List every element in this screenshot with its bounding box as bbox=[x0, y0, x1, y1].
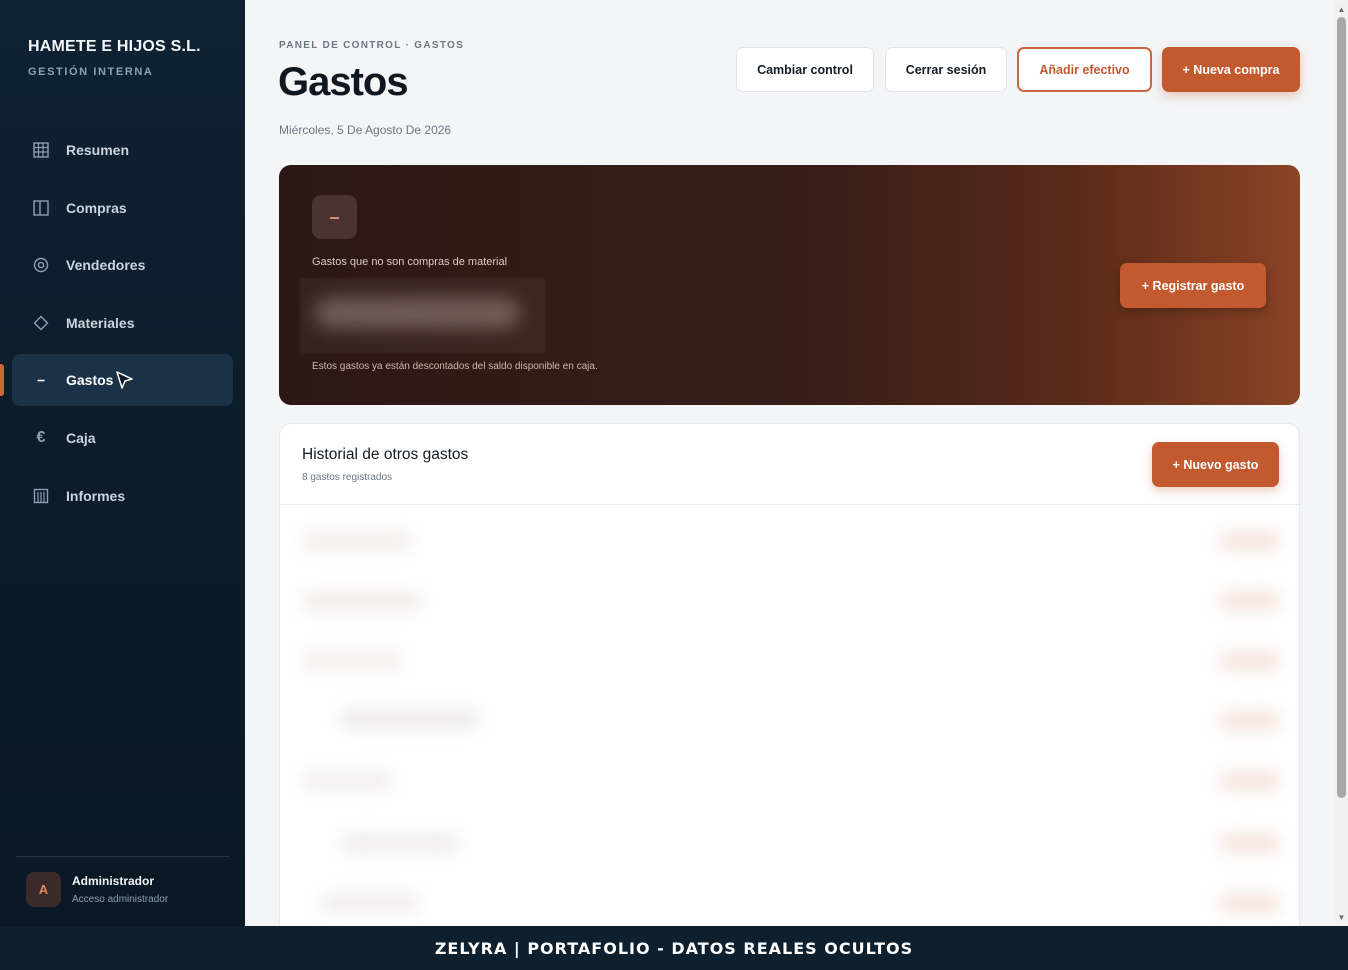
list-item bbox=[320, 894, 420, 912]
list-item bbox=[340, 834, 460, 852]
user-name: Administrador bbox=[72, 874, 155, 888]
grid-icon bbox=[32, 141, 50, 159]
sidebar-item-vendedores[interactable]: Vendedores bbox=[12, 239, 233, 291]
sidebar-item-label: Caja bbox=[66, 429, 96, 446]
list-item bbox=[1220, 532, 1280, 550]
target-icon bbox=[32, 256, 50, 274]
active-indicator bbox=[0, 364, 4, 397]
expenses-summary-card: – Gastos que no son compras de material … bbox=[279, 165, 1300, 405]
user-info: Administrador Acceso administrador bbox=[72, 874, 168, 905]
list-item bbox=[302, 652, 402, 670]
list-item bbox=[302, 532, 412, 550]
card-title: Historial de otros gastos bbox=[302, 446, 469, 463]
list-item bbox=[340, 710, 480, 728]
brand-title: HAMETE E HIJOS S.L. bbox=[28, 38, 201, 55]
sidebar-item-informes[interactable]: Informes bbox=[12, 470, 233, 522]
brand: HAMETE E HIJOS S.L. GESTIÓN INTERNA bbox=[28, 38, 201, 78]
report-icon bbox=[32, 487, 50, 505]
sidebar-divider bbox=[16, 856, 229, 857]
new-expense-button[interactable]: + Nuevo gasto bbox=[1152, 442, 1279, 487]
brand-subtitle: GESTIÓN INTERNA bbox=[28, 66, 154, 78]
main-content: PANEL DE CONTROL · GASTOS Gastos Miércol… bbox=[245, 0, 1335, 943]
new-purchase-button[interactable]: + Nueva compra bbox=[1162, 47, 1300, 92]
change-control-button[interactable]: Cambiar control bbox=[736, 47, 874, 92]
sidebar-item-label: Compras bbox=[66, 199, 127, 216]
add-cash-button[interactable]: Añadir efectivo bbox=[1017, 47, 1152, 92]
logout-button[interactable]: Cerrar sesión bbox=[885, 47, 1007, 92]
footer-banner: ZELYRA | PORTAFOLIO - DATOS REALES OCULT… bbox=[0, 926, 1348, 970]
card-header: Historial de otros gastos 8 gastos regis… bbox=[280, 424, 1299, 505]
user-profile[interactable]: A Administrador Acceso administrador bbox=[26, 872, 168, 907]
avatar: A bbox=[26, 872, 61, 907]
sidebar-item-label: Resumen bbox=[66, 142, 130, 158]
sidebar-item-label: Gastos bbox=[66, 372, 114, 389]
list-item bbox=[1220, 834, 1280, 852]
mouse-cursor-icon bbox=[116, 371, 133, 389]
list-item bbox=[1220, 894, 1280, 912]
minus-icon: – bbox=[312, 195, 357, 239]
page-title: Gastos bbox=[278, 60, 409, 104]
expense-history-card: Historial de otros gastos 8 gastos regis… bbox=[279, 423, 1300, 943]
hidden-amount bbox=[300, 278, 545, 353]
sidebar-item-label: Vendedores bbox=[66, 257, 146, 274]
sidebar-item-caja[interactable]: € Caja bbox=[12, 412, 233, 464]
sidebar-item-label: Informes bbox=[66, 487, 126, 504]
sidebar-item-compras[interactable]: Compras bbox=[12, 182, 233, 234]
register-expense-button[interactable]: + Registrar gasto bbox=[1120, 263, 1266, 308]
scroll-down-icon[interactable]: ▼ bbox=[1335, 910, 1348, 924]
page-date: Miércoles, 5 De Agosto De 2026 bbox=[279, 123, 452, 137]
minus-icon bbox=[32, 371, 50, 389]
sidebar-item-label: Materiales bbox=[66, 314, 135, 331]
scroll-up-icon[interactable]: ▲ bbox=[1335, 2, 1348, 16]
page-scrollbar[interactable]: ▲ ▼ bbox=[1335, 0, 1348, 926]
list-item bbox=[1220, 772, 1280, 790]
sidebar: HAMETE E HIJOS S.L. GESTIÓN INTERNA Resu… bbox=[0, 0, 245, 926]
breadcrumb: PANEL DE CONTROL · GASTOS bbox=[279, 40, 465, 51]
summary-note: Estos gastos ya están descontados del sa… bbox=[312, 361, 598, 372]
columns-icon bbox=[32, 199, 50, 217]
summary-label: Gastos que no son compras de material bbox=[312, 256, 508, 268]
list-item bbox=[1220, 592, 1280, 610]
sidebar-item-materiales[interactable]: Materiales bbox=[12, 297, 233, 349]
scroll-thumb[interactable] bbox=[1337, 17, 1346, 798]
euro-icon: € bbox=[36, 428, 46, 446]
list-item bbox=[1220, 652, 1280, 670]
list-item bbox=[1220, 712, 1280, 730]
sidebar-nav: Resumen Compras Vendedores Materiales Ga… bbox=[0, 124, 233, 527]
diamond-icon bbox=[32, 314, 50, 332]
user-role: Acceso administrador bbox=[72, 894, 169, 905]
list-item bbox=[302, 592, 422, 610]
list-item bbox=[302, 772, 392, 790]
card-subtitle: 8 gastos registrados bbox=[302, 472, 393, 483]
sidebar-item-resumen[interactable]: Resumen bbox=[12, 124, 233, 176]
